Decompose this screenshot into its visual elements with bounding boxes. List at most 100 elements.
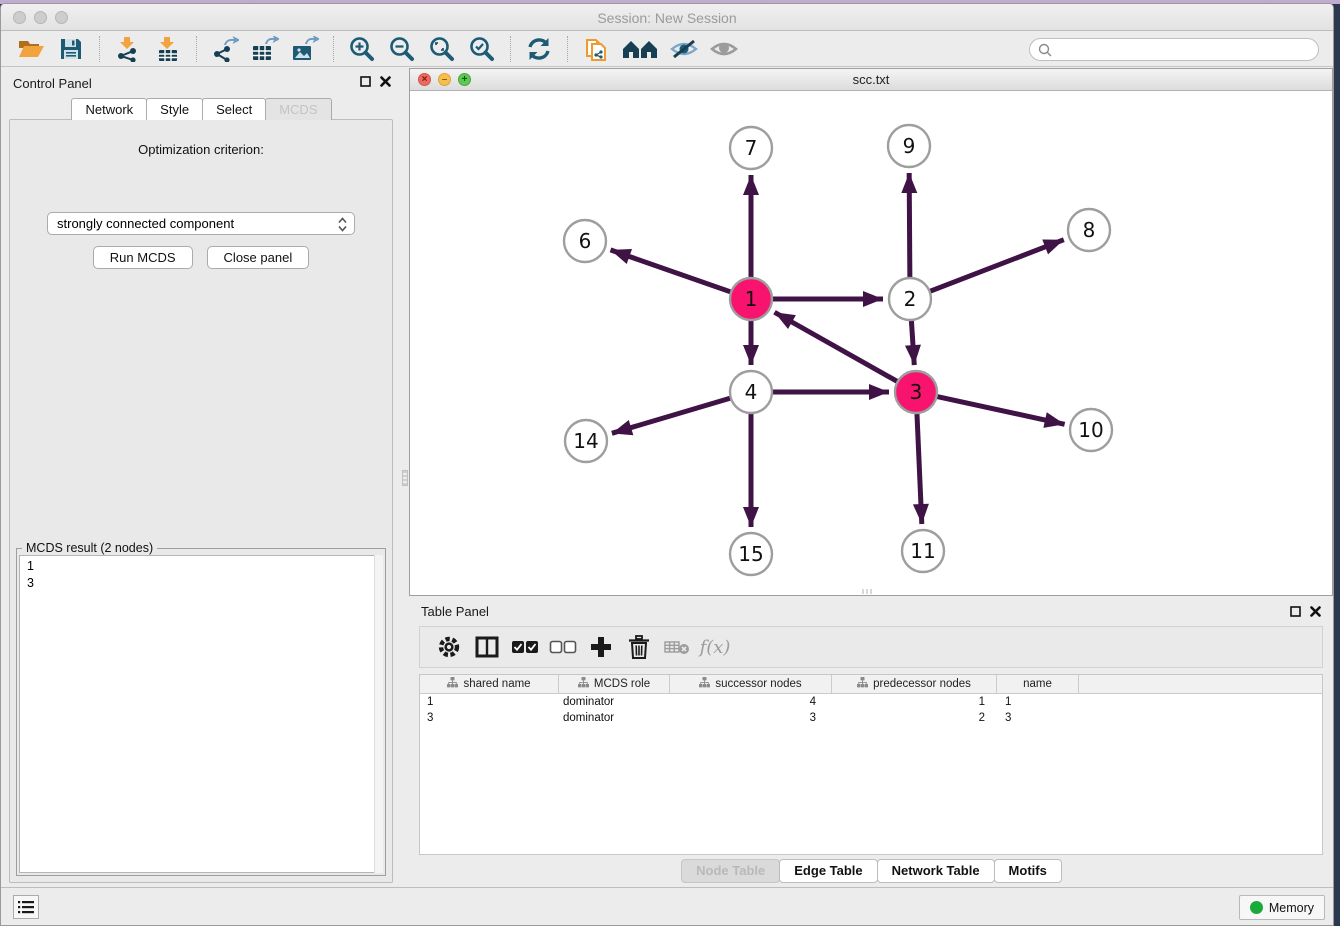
- column-header-shared-name[interactable]: shared name: [420, 675, 559, 693]
- save-session-icon[interactable]: [56, 34, 86, 64]
- graph-node-7[interactable]: 7: [730, 127, 772, 169]
- toolbar-separator: [333, 36, 334, 62]
- zoom-fit-icon[interactable]: [427, 34, 457, 64]
- edge-1-6[interactable]: [610, 250, 731, 292]
- memory-button[interactable]: Memory: [1239, 895, 1325, 920]
- refresh-icon[interactable]: [524, 34, 554, 64]
- network-canvas[interactable]: 1 2 3 4 6 7 8 9 10 11 14 15: [410, 91, 1332, 595]
- deselect-all-columns-icon[interactable]: [546, 632, 580, 662]
- search-box[interactable]: [1029, 38, 1319, 61]
- edge-3-1[interactable]: [775, 312, 898, 381]
- graph-node-9[interactable]: 9: [888, 125, 930, 167]
- mcds-result-group: MCDS result (2 nodes) 1 3: [16, 548, 386, 876]
- table-panel-tabs[interactable]: Node TableEdge TableNetwork TableMotifs: [409, 859, 1333, 883]
- graph-node-11[interactable]: 11: [902, 530, 944, 572]
- svg-text:4: 4: [745, 380, 758, 404]
- splitter-grip[interactable]: [402, 470, 408, 486]
- network-canvas-svg: 1 2 3 4 6 7 8 9 10 11 14 15: [410, 91, 1332, 596]
- graph-node-10[interactable]: 10: [1070, 409, 1112, 451]
- edge-2-9[interactable]: [909, 173, 910, 278]
- column-header-MCDS-role[interactable]: MCDS role: [559, 675, 670, 693]
- table-row[interactable]: 1dominator411: [420, 694, 1322, 710]
- mcds-result-text[interactable]: 1 3: [19, 555, 383, 873]
- hide-selected-icon[interactable]: [669, 34, 699, 64]
- tab-mcds[interactable]: MCDS: [265, 98, 331, 120]
- control-panel-tabs[interactable]: NetworkStyleSelectMCDS: [1, 98, 401, 120]
- node-table[interactable]: shared nameMCDS rolesuccessor nodesprede…: [419, 674, 1323, 855]
- optimization-criterion-label: Optimization criterion:: [10, 142, 392, 157]
- tab-network-table[interactable]: Network Table: [877, 859, 995, 883]
- network-window-title: scc.txt: [410, 72, 1332, 87]
- column-header-successor-nodes[interactable]: successor nodes: [670, 675, 832, 693]
- edge-3-10[interactable]: [937, 396, 1065, 424]
- task-history-button[interactable]: [13, 895, 39, 919]
- edge-4-14[interactable]: [612, 398, 731, 433]
- optimization-dropdown[interactable]: strongly connected component: [47, 212, 355, 235]
- graph-node-15[interactable]: 15: [730, 533, 772, 575]
- graph-node-1[interactable]: 1: [730, 278, 772, 320]
- dropdown-stepper-icon: [337, 216, 348, 236]
- svg-text:11: 11: [910, 539, 935, 563]
- tab-edge-table[interactable]: Edge Table: [779, 859, 877, 883]
- float-panel-icon[interactable]: [360, 76, 371, 87]
- graph-node-8[interactable]: 8: [1068, 209, 1110, 251]
- add-column-icon[interactable]: [584, 632, 618, 662]
- graph-node-2[interactable]: 2: [889, 278, 931, 320]
- zoom-out-icon[interactable]: [387, 34, 417, 64]
- hierarchy-icon: [447, 677, 458, 691]
- import-table-icon[interactable]: [153, 34, 183, 64]
- hierarchy-icon: [699, 677, 710, 691]
- delete-table-icon[interactable]: [660, 632, 694, 662]
- zoom-selected-icon[interactable]: [467, 34, 497, 64]
- control-panel-title: Control Panel: [13, 76, 92, 91]
- first-neighbors-icon[interactable]: [621, 34, 659, 64]
- clone-network-icon[interactable]: [581, 34, 611, 64]
- window-titlebar: Session: New Session: [1, 4, 1333, 31]
- export-image-icon[interactable]: [290, 34, 320, 64]
- tab-node-table[interactable]: Node Table: [681, 859, 780, 883]
- result-scrollbar[interactable]: [374, 555, 383, 873]
- split-table-icon[interactable]: [470, 632, 504, 662]
- vertical-splitter[interactable]: [401, 68, 409, 887]
- table-header-row[interactable]: shared nameMCDS rolesuccessor nodesprede…: [420, 675, 1322, 694]
- mcds-result-title: MCDS result (2 nodes): [22, 541, 157, 555]
- search-input[interactable]: [1057, 43, 1310, 57]
- delete-column-icon[interactable]: [622, 632, 656, 662]
- run-mcds-button[interactable]: Run MCDS: [93, 246, 193, 269]
- edge-2-3[interactable]: [911, 320, 914, 365]
- column-header-predecessor-nodes[interactable]: predecessor nodes: [832, 675, 997, 693]
- edge-2-8[interactable]: [930, 240, 1064, 292]
- settings-gear-icon[interactable]: [432, 632, 466, 662]
- select-all-columns-icon[interactable]: [508, 632, 542, 662]
- close-table-panel-icon[interactable]: [1310, 606, 1321, 617]
- export-table-icon[interactable]: [250, 34, 280, 64]
- tab-motifs[interactable]: Motifs: [994, 859, 1062, 883]
- column-header-name[interactable]: name: [997, 675, 1079, 693]
- tab-network[interactable]: Network: [71, 98, 147, 120]
- float-table-panel-icon[interactable]: [1290, 606, 1301, 617]
- function-builder-icon[interactable]: f(x): [698, 632, 732, 662]
- close-panel-icon[interactable]: [380, 76, 391, 87]
- network-resize-grip[interactable]: [862, 589, 874, 594]
- svg-text:15: 15: [738, 542, 763, 566]
- export-network-icon[interactable]: [210, 34, 240, 64]
- show-all-icon[interactable]: [709, 34, 739, 64]
- svg-text:3: 3: [910, 380, 923, 404]
- graph-node-3[interactable]: 3: [895, 371, 937, 413]
- zoom-in-icon[interactable]: [347, 34, 377, 64]
- open-session-icon[interactable]: [16, 34, 46, 64]
- table-row[interactable]: 3dominator323: [420, 710, 1322, 726]
- graph-node-4[interactable]: 4: [730, 371, 772, 413]
- tab-style[interactable]: Style: [146, 98, 203, 120]
- network-window-titlebar[interactable]: × – + scc.txt: [410, 69, 1332, 91]
- edge-3-11[interactable]: [917, 413, 922, 524]
- memory-status-icon: [1250, 901, 1263, 914]
- import-network-icon[interactable]: [113, 34, 143, 64]
- graph-node-14[interactable]: 14: [565, 420, 607, 462]
- search-icon: [1038, 43, 1052, 57]
- toolbar-separator: [510, 36, 511, 62]
- list-icon: [18, 901, 34, 914]
- close-panel-button[interactable]: Close panel: [207, 246, 310, 269]
- tab-select[interactable]: Select: [202, 98, 266, 120]
- graph-node-6[interactable]: 6: [564, 220, 606, 262]
